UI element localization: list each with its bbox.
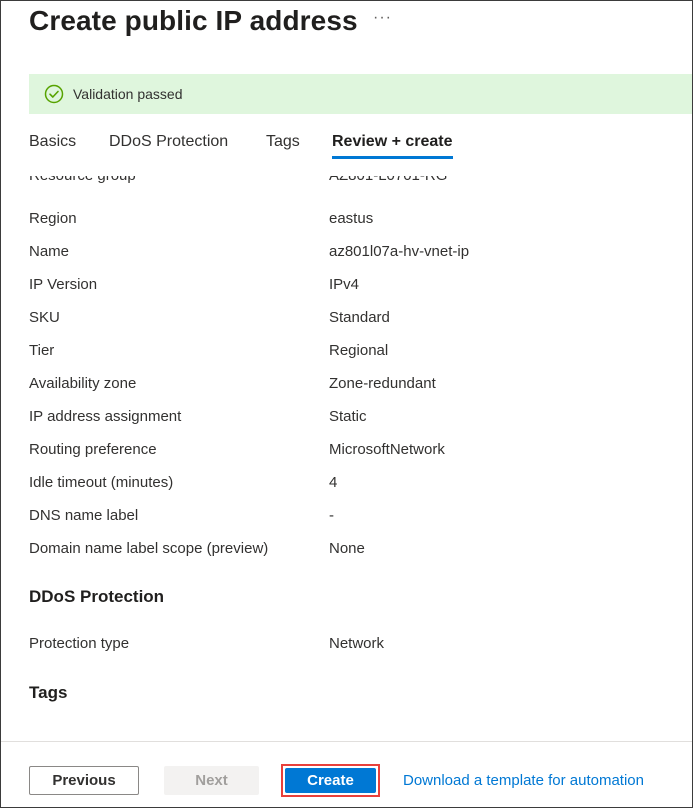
detail-row-ip-version: IP Version IPv4 [29,276,669,309]
previous-button[interactable]: Previous [29,766,139,795]
detail-value: az801l07a-hv-vnet-ip [329,243,470,260]
detail-row-tier: Tier Regional [29,342,669,375]
detail-row-routing-preference: Routing preference MicrosoftNetwork [29,441,669,474]
detail-label: SKU [29,309,60,326]
detail-row-resource-group: Resource group AZ801-L0701-RG [29,176,669,200]
detail-row-name: Name az801l07a-hv-vnet-ip [29,243,669,276]
tab-bar: Basics DDoS Protection Tags Review + cre… [29,129,669,163]
download-template-link[interactable]: Download a template for automation [403,772,644,789]
detail-row-ip-assignment: IP address assignment Static [29,408,669,441]
detail-label: Name [29,243,70,260]
section-heading-tags: Tags [29,683,68,702]
detail-value: IPv4 [329,276,360,293]
detail-label: Region [29,210,77,227]
check-circle-icon [44,84,64,104]
tab-review-create[interactable]: Review + create [332,133,453,159]
detail-label: IP address assignment [29,408,182,425]
detail-row-sku: SKU Standard [29,309,669,342]
footer-divider [1,741,692,742]
detail-value: Zone-redundant [329,375,436,392]
tab-basics[interactable]: Basics [29,133,76,159]
detail-value: Standard [329,309,390,326]
validation-status-text: Validation passed [73,86,183,102]
detail-label: Availability zone [29,375,137,392]
detail-value: 4 [329,474,338,491]
detail-label: Routing preference [29,441,157,458]
detail-label: Resource group [29,176,136,184]
detail-label: IP Version [29,276,98,293]
detail-value: Static [329,408,367,425]
detail-row-dns-name-label: DNS name label - [29,507,669,540]
detail-value: None [329,540,365,557]
page-title: Create public IP address [29,5,358,36]
tab-ddos-protection[interactable]: DDoS Protection [109,133,228,159]
detail-value: eastus [329,210,374,227]
detail-value: Network [329,635,385,652]
detail-row-idle-timeout: Idle timeout (minutes) 4 [29,474,669,507]
section-heading-ddos: DDoS Protection [29,587,165,606]
more-options-icon[interactable]: ··· [373,9,392,27]
detail-label: Protection type [29,635,130,652]
review-details-panel[interactable]: Resource group AZ801-L0701-RG Region eas… [1,176,692,736]
detail-value: MicrosoftNetwork [329,441,445,458]
detail-label: Domain name label scope (preview) [29,540,269,557]
detail-label: Tier [29,342,55,359]
detail-row-protection-type: Protection type Network [29,635,669,668]
create-button[interactable]: Create [285,768,376,793]
detail-row-domain-label-scope: Domain name label scope (preview) None [29,540,669,573]
detail-row-region: Region eastus [29,210,669,243]
detail-label: Idle timeout (minutes) [29,474,174,491]
detail-value: Regional [329,342,389,359]
detail-value: - [329,507,334,524]
create-public-ip-blade: Create public IP address ··· Validation … [0,0,693,808]
tab-tags[interactable]: Tags [266,133,300,159]
detail-row-availability-zone: Availability zone Zone-redundant [29,375,669,408]
detail-value: AZ801-L0701-RG [329,176,447,184]
detail-label: DNS name label [29,507,139,524]
validation-banner: Validation passed [29,74,692,114]
next-button: Next [164,766,259,795]
